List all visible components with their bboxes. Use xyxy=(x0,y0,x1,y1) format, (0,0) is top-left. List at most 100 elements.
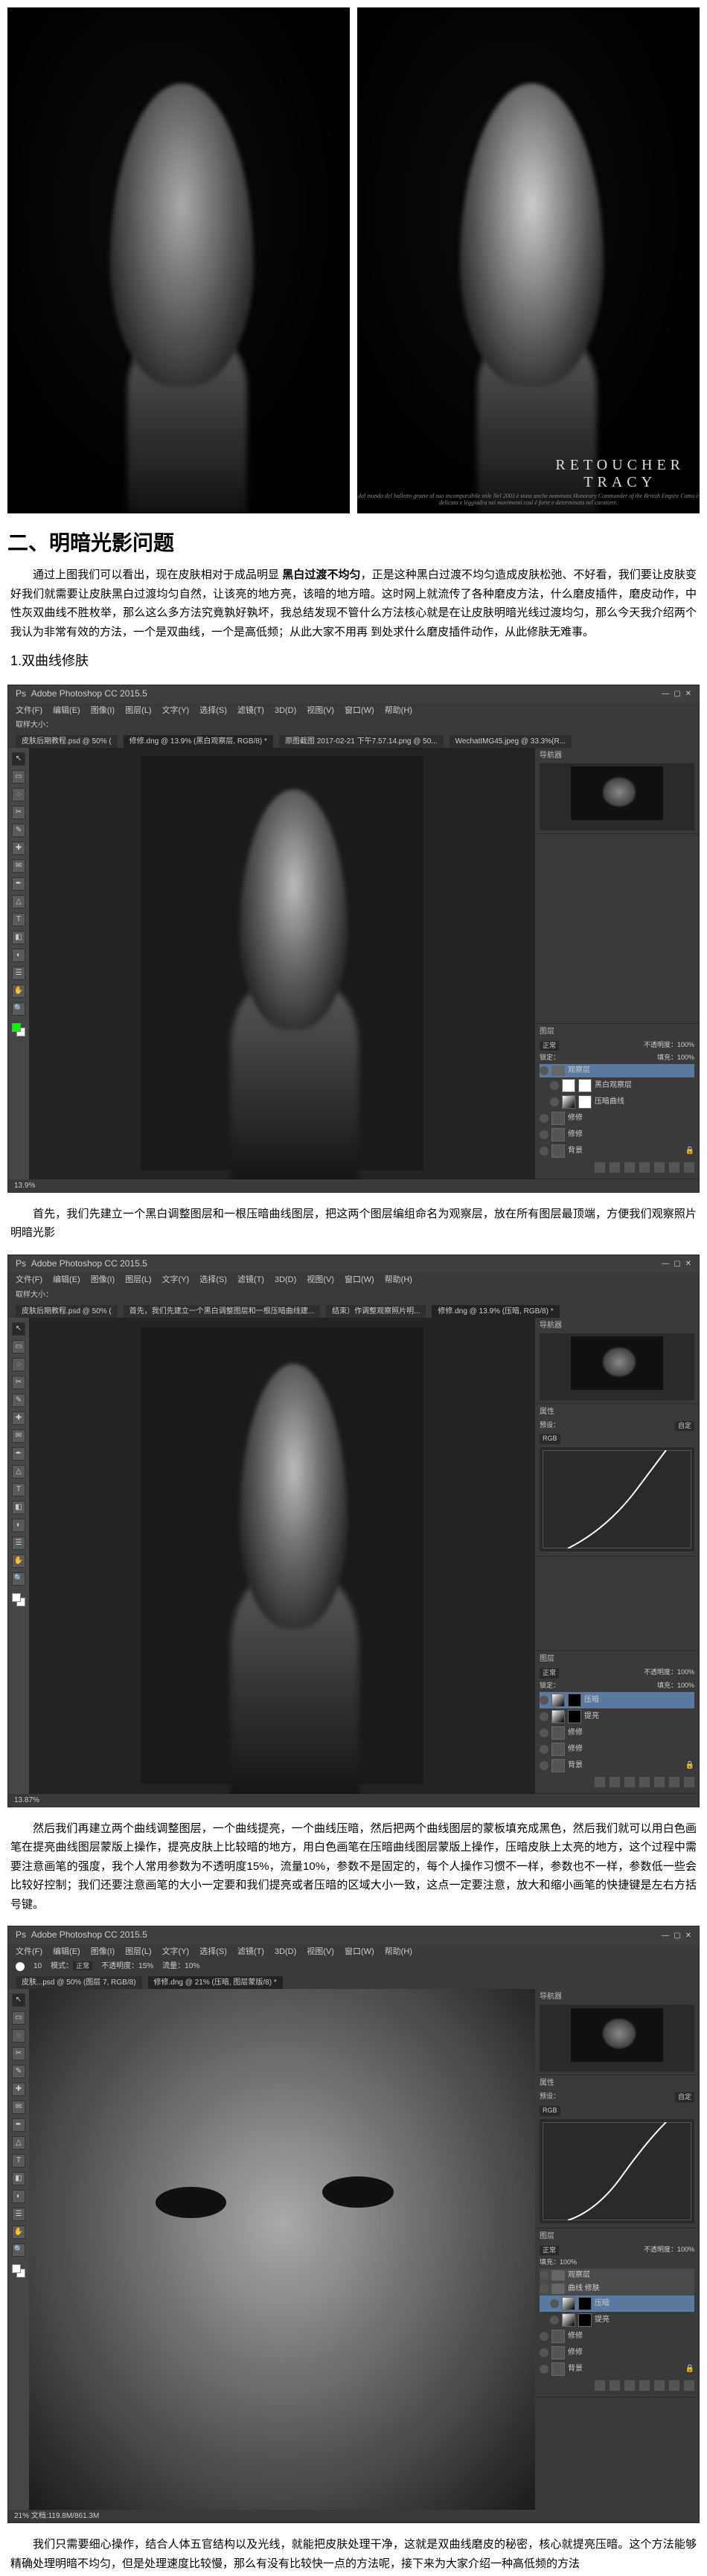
visibility-icon[interactable] xyxy=(540,2284,548,2293)
menu-item[interactable]: 3D(D) xyxy=(275,1947,296,1957)
ps1-canvas[interactable] xyxy=(29,748,535,1179)
tool-icon[interactable]: 🔍 xyxy=(12,1572,25,1586)
menu-item[interactable]: 图层(L) xyxy=(125,1275,151,1285)
nav-thumb[interactable] xyxy=(540,2005,694,2072)
layer-thumbnail[interactable] xyxy=(551,1112,565,1125)
document-tab[interactable]: 皮肤后期教程.psd @ 50% ( xyxy=(16,735,118,748)
layer-name[interactable]: 观察层 xyxy=(568,2270,590,2280)
layer-row[interactable]: 黑白观察层 xyxy=(540,1077,694,1094)
visibility-icon[interactable] xyxy=(550,1081,559,1090)
layer-row[interactable]: 修修 xyxy=(540,1741,694,1758)
close-icon[interactable]: ✕ xyxy=(685,689,691,699)
layer-row[interactable]: 提亮 xyxy=(540,2312,694,2328)
layer-thumbnail[interactable] xyxy=(562,1095,575,1109)
tool-icon[interactable]: ✚ xyxy=(12,2083,25,2096)
tool-icon[interactable]: ▭ xyxy=(12,770,25,784)
minimize-icon[interactable]: — xyxy=(662,1931,669,1941)
layer-row[interactable]: 修修 xyxy=(540,1127,694,1143)
menu-item[interactable]: 选择(S) xyxy=(199,1947,227,1957)
menu-item[interactable]: 编辑(E) xyxy=(53,705,80,716)
visibility-icon[interactable] xyxy=(540,2365,548,2374)
curves-preset[interactable]: 自定 xyxy=(675,1421,694,1432)
visibility-icon[interactable] xyxy=(540,1114,548,1123)
menu-item[interactable]: 选择(S) xyxy=(199,1275,227,1285)
layer-thumbnail[interactable] xyxy=(551,2330,565,2343)
tool-icon[interactable]: ✎ xyxy=(12,824,25,837)
minimize-icon[interactable]: — xyxy=(662,1259,669,1269)
trash-icon[interactable] xyxy=(684,1777,694,1787)
layer-row[interactable]: 观察层 xyxy=(540,1064,694,1077)
color-swatch[interactable] xyxy=(12,1593,25,1606)
opacity-value[interactable]: 100% xyxy=(677,1668,694,1676)
document-tab[interactable]: 修修.dng @ 21% (压暗, 图层蒙版/8) * xyxy=(148,1976,283,1989)
blend-mode-select[interactable]: 正常 xyxy=(540,1668,559,1679)
visibility-icon[interactable] xyxy=(540,1147,548,1156)
curves-channel[interactable]: RGB xyxy=(540,1434,560,1444)
layer-name[interactable]: 修修 xyxy=(568,1113,583,1123)
layer-row[interactable]: 提亮 xyxy=(540,1708,694,1725)
tool-icon[interactable]: T xyxy=(12,1483,25,1496)
nav-thumb[interactable] xyxy=(540,1333,694,1400)
opacity-value[interactable]: 100% xyxy=(677,2246,694,2253)
tool-icon[interactable]: ◌ xyxy=(12,788,25,801)
ps3-canvas[interactable] xyxy=(29,1989,535,2510)
close-icon[interactable]: ✕ xyxy=(685,1931,691,1941)
tool-icon[interactable]: ✒ xyxy=(12,1447,25,1461)
trash-icon[interactable] xyxy=(684,2380,694,2391)
layer-row[interactable]: 压暗 xyxy=(540,2295,694,2312)
layer-thumbnail[interactable] xyxy=(551,1743,565,1756)
fx-icon[interactable] xyxy=(610,1777,620,1787)
group-icon[interactable] xyxy=(654,1162,665,1173)
document-tab[interactable]: 修修.dng @ 13.9% (压暗, RGB/8) * xyxy=(432,1305,559,1318)
layer-thumbnail[interactable] xyxy=(551,1128,565,1141)
tool-icon[interactable]: ▭ xyxy=(12,1340,25,1353)
tool-icon[interactable]: ☰ xyxy=(12,2208,25,2221)
layer-thumbnail[interactable] xyxy=(551,1144,565,1158)
tool-icon[interactable]: ↖ xyxy=(12,1322,25,1336)
menu-item[interactable]: 视图(V) xyxy=(307,705,334,716)
layer-name[interactable]: 压暗 xyxy=(595,2298,610,2308)
layer-thumbnail[interactable] xyxy=(551,1726,565,1740)
mask-thumbnail[interactable] xyxy=(578,1095,592,1109)
layer-thumbnail[interactable] xyxy=(551,1759,565,1772)
layer-row[interactable]: 修修 xyxy=(540,2328,694,2345)
link-layers-icon[interactable] xyxy=(595,1777,605,1787)
document-tab[interactable]: 皮肤...psd @ 50% (图层 7, RGB/8) xyxy=(16,1976,142,1989)
tool-icon[interactable]: ◐ xyxy=(12,1519,25,1532)
tool-icon[interactable]: ☰ xyxy=(12,967,25,980)
menu-item[interactable]: 滤镜(T) xyxy=(237,1275,264,1285)
brush-flow[interactable]: 10% xyxy=(185,1962,199,1970)
color-swatch[interactable] xyxy=(12,2264,25,2278)
tool-icon[interactable]: ✉ xyxy=(12,2101,25,2114)
layer-row[interactable]: 观察层 xyxy=(540,2269,694,2282)
mask-icon[interactable] xyxy=(624,2380,635,2391)
menu-item[interactable]: 3D(D) xyxy=(275,1275,296,1285)
group-icon[interactable] xyxy=(654,1777,665,1787)
menu-item[interactable]: 图像(I) xyxy=(91,1275,115,1285)
menu-item[interactable]: 帮助(H) xyxy=(385,705,412,716)
brush-size[interactable]: 10 xyxy=(33,1961,42,1971)
maximize-icon[interactable]: ▢ xyxy=(674,1259,680,1269)
menu-item[interactable]: 3D(D) xyxy=(275,705,296,716)
visibility-icon[interactable] xyxy=(540,1066,548,1075)
layer-name[interactable]: 修修 xyxy=(568,1728,583,1737)
ps2-canvas[interactable] xyxy=(29,1318,535,1794)
menu-item[interactable]: 图层(L) xyxy=(125,1947,151,1957)
layer-row[interactable]: 修修 xyxy=(540,2345,694,2361)
menu-item[interactable]: 窗口(W) xyxy=(345,705,374,716)
visibility-icon[interactable] xyxy=(550,1098,559,1106)
tool-icon[interactable]: ✒ xyxy=(12,2118,25,2132)
layer-thumbnail[interactable] xyxy=(551,2362,565,2376)
layer-row[interactable]: 曲线 修肤 xyxy=(540,2282,694,2295)
layer-thumbnail[interactable] xyxy=(551,1710,565,1723)
tool-icon[interactable]: ▭ xyxy=(12,2011,25,2025)
layer-thumbnail[interactable] xyxy=(551,1694,565,1707)
layer-name[interactable]: 修修 xyxy=(568,2348,583,2357)
visibility-icon[interactable] xyxy=(540,1761,548,1770)
layer-name[interactable]: 修修 xyxy=(568,1130,583,1139)
tool-icon[interactable]: ✋ xyxy=(12,2226,25,2239)
tool-icon[interactable]: △ xyxy=(12,2136,25,2150)
menu-item[interactable]: 视图(V) xyxy=(307,1947,334,1957)
tool-icon[interactable]: ✉ xyxy=(12,859,25,873)
tool-icon[interactable]: 🔍 xyxy=(12,2243,25,2257)
